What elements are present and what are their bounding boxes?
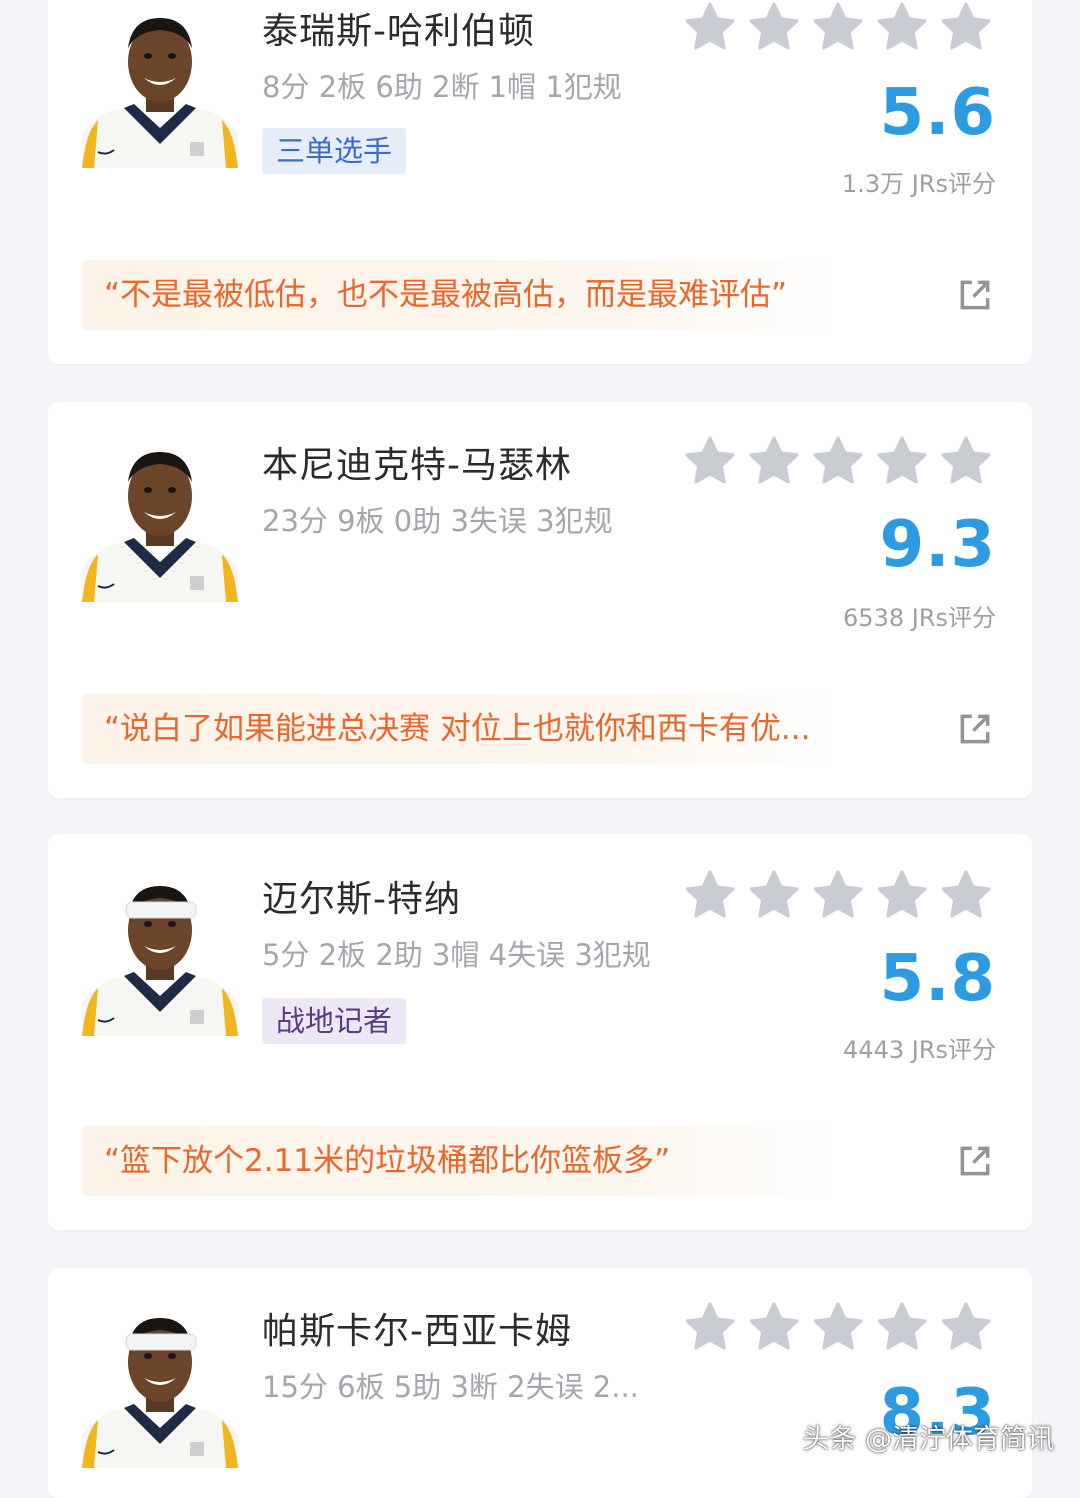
player-stats: 15分 6板 5助 3断 2失误 2...	[262, 1370, 639, 1404]
star-icon[interactable]	[874, 0, 930, 54]
player-name: 本尼迪克特-马瑟林	[262, 445, 572, 486]
top-comment[interactable]: “篮下放个2.11米的垃圾桶都比你篮板多”	[82, 1126, 842, 1196]
player-stats: 5分 2板 2助 3帽 4失误 3犯规	[262, 938, 651, 972]
star-icon[interactable]	[682, 0, 738, 54]
star-icon[interactable]	[810, 1300, 866, 1354]
top-comment[interactable]: “不是最被低估，也不是最被高估，而是最难评估”	[82, 260, 842, 330]
player-card[interactable]: 帕斯卡尔-西亚卡姆 15分 6板 5助 3断 2失误 2... 8.3	[48, 1268, 1032, 1498]
player-score: 5.8	[879, 942, 996, 1016]
player-badge: 三单选手	[262, 128, 407, 174]
player-portrait	[82, 18, 238, 168]
player-name: 泰瑞斯-哈利伯顿	[262, 11, 535, 52]
player-card[interactable]: 本尼迪克特-马瑟林 23分 9板 0助 3失误 3犯规 9.3 6538 JRs…	[48, 402, 1032, 798]
star-icon[interactable]	[746, 1300, 802, 1354]
share-icon-glyph	[960, 714, 990, 744]
player-portrait	[82, 1318, 238, 1468]
rating-count: 4443 JRs评分	[843, 1036, 996, 1064]
rating-stars[interactable]	[682, 868, 994, 922]
rating-stars[interactable]	[682, 1300, 994, 1354]
star-icon[interactable]	[810, 434, 866, 488]
player-avatar	[82, 872, 238, 1036]
star-icon[interactable]	[938, 868, 994, 922]
share-icon-glyph	[960, 1146, 990, 1176]
rating-count: 6538 JRs评分	[843, 604, 996, 632]
rating-stars[interactable]	[682, 0, 994, 54]
star-icon[interactable]	[810, 868, 866, 922]
star-icon[interactable]	[874, 434, 930, 488]
player-badge: 战地记者	[262, 998, 407, 1044]
star-icon[interactable]	[938, 0, 994, 54]
player-score: 5.6	[879, 76, 996, 150]
star-icon[interactable]	[938, 1300, 994, 1354]
watermark: 头条 @清泞体育简讯	[802, 1424, 1054, 1455]
player-card[interactable]: 迈尔斯-特纳 5分 2板 2助 3帽 4失误 3犯规 战地记者 5.8 4443…	[48, 834, 1032, 1230]
player-card[interactable]: 泰瑞斯-哈利伯顿 8分 2板 6助 2断 1帽 1犯规 三单选手 5.6 1.3…	[48, 0, 1032, 364]
player-avatar	[82, 4, 238, 168]
star-icon[interactable]	[810, 0, 866, 54]
player-avatar	[82, 438, 238, 602]
rating-stars[interactable]	[682, 434, 994, 488]
player-score: 9.3	[879, 508, 996, 582]
share-icon-glyph	[960, 280, 990, 310]
share-icon[interactable]	[956, 710, 994, 748]
player-avatar	[82, 1304, 238, 1468]
star-icon[interactable]	[874, 868, 930, 922]
star-icon[interactable]	[746, 0, 802, 54]
player-name: 迈尔斯-特纳	[262, 879, 461, 920]
star-icon[interactable]	[874, 1300, 930, 1354]
star-icon[interactable]	[682, 868, 738, 922]
star-icon[interactable]	[682, 1300, 738, 1354]
top-comment[interactable]: “说白了如果能进总决赛 对位上也就你和西卡有优...	[82, 694, 842, 764]
star-icon[interactable]	[682, 434, 738, 488]
player-portrait	[82, 886, 238, 1036]
player-stats: 8分 2板 6助 2断 1帽 1犯规	[262, 70, 622, 104]
star-icon[interactable]	[746, 434, 802, 488]
player-portrait	[82, 452, 238, 602]
player-name: 帕斯卡尔-西亚卡姆	[262, 1311, 572, 1352]
share-icon[interactable]	[956, 276, 994, 314]
rating-count: 1.3万 JRs评分	[841, 170, 996, 198]
star-icon[interactable]	[938, 434, 994, 488]
player-stats: 23分 9板 0助 3失误 3犯规	[262, 504, 613, 538]
star-icon[interactable]	[746, 868, 802, 922]
share-icon[interactable]	[956, 1142, 994, 1180]
